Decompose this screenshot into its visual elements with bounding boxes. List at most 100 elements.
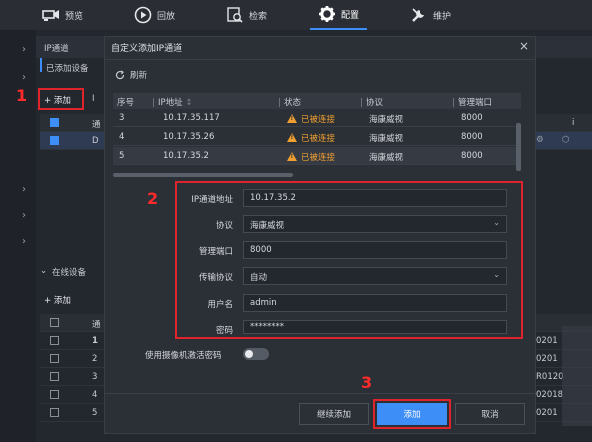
added-devices-heading: 已添加设备: [46, 64, 89, 74]
protocol-select[interactable]: 海康威视 ⌄: [243, 215, 507, 233]
username-field[interactable]: admin: [243, 294, 507, 312]
chevron-right-icon[interactable]: ›: [22, 44, 26, 55]
section-marker: [40, 58, 42, 72]
chevron-right-icon[interactable]: ›: [22, 72, 26, 83]
vertical-scrollbar[interactable]: [516, 123, 521, 171]
refresh-label: 刷新: [130, 71, 148, 81]
column-header-partial: 通: [92, 120, 101, 130]
row-port: 8000: [461, 151, 483, 161]
gear-icon: [318, 5, 336, 23]
row-port: 8000: [461, 132, 483, 142]
transport-label: 传输协议: [198, 273, 233, 283]
row-port: 8000: [461, 113, 483, 123]
add-online-device-button[interactable]: + 添加: [44, 294, 71, 306]
divider: [105, 393, 535, 394]
chevron-right-icon[interactable]: ›: [22, 184, 26, 195]
port-label: 管理端口: [198, 247, 233, 257]
table-row[interactable]: 4 10.17.35.26 已被连接 海康威视 8000: [113, 128, 521, 146]
row-serial: 02018: [536, 390, 564, 400]
select-all-checkbox[interactable]: [50, 118, 59, 127]
row-protocol: 海康威视: [369, 134, 404, 144]
annotation-step-3: 3: [361, 373, 373, 392]
redacted-area: [562, 326, 592, 426]
column-header-protocol: 协议: [361, 96, 383, 108]
refresh-button[interactable]: 刷新: [115, 69, 147, 81]
row-serial: 0201: [536, 354, 558, 364]
refresh-icon: [115, 70, 125, 80]
divider: [105, 59, 535, 60]
port-field[interactable]: 8000: [243, 241, 507, 259]
nav-search-label: 检索: [249, 11, 268, 22]
warning-icon: [287, 133, 297, 142]
row-checkbox[interactable]: [50, 354, 59, 363]
warning-icon: [287, 114, 297, 123]
ip-address-field[interactable]: 10.17.35.2: [243, 189, 507, 207]
tab-ip-channel[interactable]: IP通道: [44, 42, 69, 54]
table-row[interactable]: 3 10.17.35.117 已被连接 海康威视 8000: [113, 109, 521, 127]
chevron-down-icon[interactable]: ⌄: [40, 266, 47, 276]
online-devices-heading: 在线设备: [52, 268, 87, 278]
transport-select[interactable]: 自动 ⌄: [243, 267, 507, 285]
select-all-checkbox[interactable]: [50, 318, 59, 327]
camera-activation-password-toggle[interactable]: [243, 348, 269, 360]
row-checkbox[interactable]: [50, 372, 59, 381]
toolbar-partial: I: [92, 94, 95, 104]
search-doc-icon: [226, 6, 244, 24]
nav-preview-label: 预览: [65, 11, 84, 22]
top-navigation: 预览 回放 检索 配置 维护: [0, 0, 592, 30]
annotation-box-add-button: [373, 399, 451, 429]
settings-icon[interactable]: ⚙: [536, 135, 544, 145]
row-protocol: 海康威视: [369, 153, 404, 163]
table-row-selected[interactable]: 5 10.17.35.2 已被连接 海康威视 8000: [113, 147, 521, 165]
camera-activation-password-label: 使用摄像机激活密码: [145, 351, 222, 361]
close-icon[interactable]: ×: [519, 39, 529, 53]
nav-playback[interactable]: 回放: [134, 0, 175, 30]
nav-playback-label: 回放: [157, 11, 176, 22]
row-index: 4: [119, 132, 125, 142]
add-ip-channel-dialog: 自定义添加IP通道 × 刷新 序号 IP地址 ↕ 状态 协议 管理端口 3 10…: [104, 36, 536, 434]
row-serial: 0201: [536, 408, 558, 418]
wrench-icon: [410, 6, 428, 24]
password-field[interactable]: ********: [243, 320, 507, 334]
nav-search[interactable]: 检索: [226, 0, 267, 30]
hex-icon[interactable]: ⬡: [562, 135, 569, 145]
nav-config-label: 配置: [341, 10, 360, 21]
nav-maintenance[interactable]: 维护: [410, 0, 451, 30]
nav-preview[interactable]: 预览: [42, 0, 83, 30]
password-label: 密码: [215, 326, 233, 336]
horizontal-scrollbar[interactable]: [113, 173, 293, 177]
ip-address-label: IP通道地址: [191, 195, 233, 205]
row-index: 3: [119, 113, 125, 123]
row-serial: 0201: [536, 336, 558, 346]
row-index: 3: [92, 372, 98, 382]
column-header-status: 状态: [279, 96, 301, 108]
row-device-name: D: [92, 136, 99, 146]
chevron-right-icon[interactable]: ›: [22, 210, 26, 221]
row-index: 4: [92, 390, 98, 400]
protocol-label: 协议: [215, 221, 233, 231]
continue-add-button[interactable]: 继续添加: [299, 403, 369, 425]
row-status: 已被连接: [287, 113, 335, 125]
column-header-index: 序号: [117, 98, 135, 108]
row-checkbox[interactable]: [50, 136, 59, 145]
device-table-header: 序号 IP地址 ↕ 状态 协议 管理端口: [113, 93, 521, 109]
row-protocol: 海康威视: [369, 115, 404, 125]
play-icon: [134, 6, 152, 24]
nav-config[interactable]: 配置: [310, 0, 368, 30]
row-checkbox[interactable]: [50, 408, 59, 417]
nav-maintenance-label: 维护: [433, 11, 452, 22]
row-ip: 10.17.35.2: [163, 151, 209, 161]
row-ip: 10.17.35.117: [163, 113, 220, 123]
row-checkbox[interactable]: [50, 336, 59, 345]
annotation-step-1: 1: [16, 86, 28, 105]
row-checkbox[interactable]: [50, 390, 59, 399]
row-status: 已被连接: [287, 151, 335, 163]
dialog-title: 自定义添加IP通道: [111, 44, 183, 54]
row-serial: R0120: [536, 372, 564, 382]
cancel-button[interactable]: 取消: [455, 403, 525, 425]
chevron-down-icon: ⌄: [493, 218, 500, 227]
camera-icon: [42, 6, 60, 24]
column-header-port: 管理端口: [453, 96, 492, 108]
column-header-ip[interactable]: IP地址 ↕: [153, 96, 192, 108]
chevron-right-icon[interactable]: ›: [22, 236, 26, 247]
